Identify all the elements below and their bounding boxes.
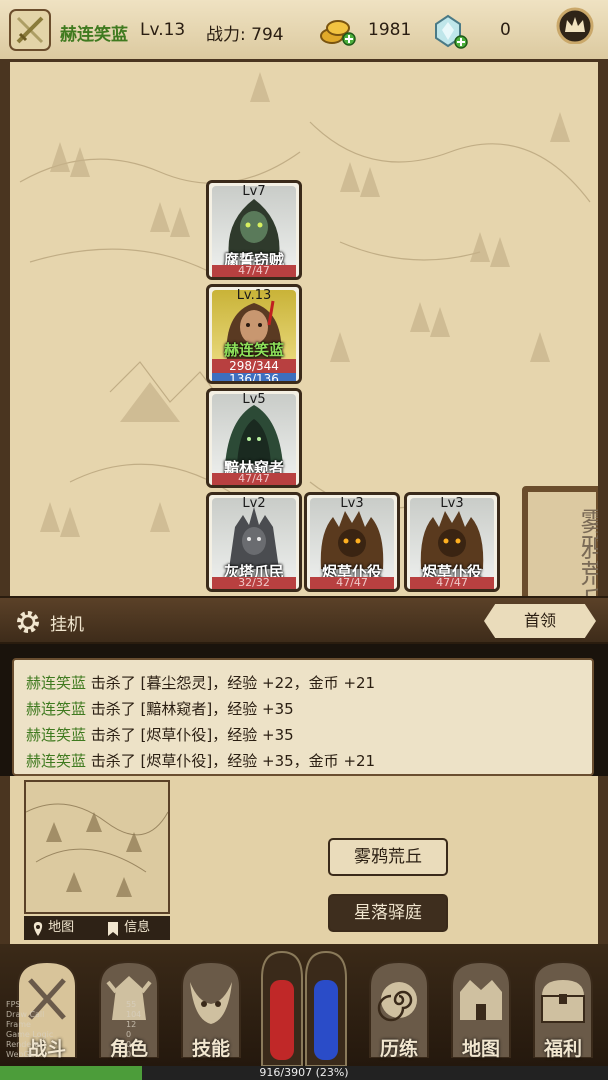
log-player: 赫连笑蓝 xyxy=(26,726,87,744)
enemy-portrait xyxy=(228,199,280,257)
card-hp: 298/344 xyxy=(212,359,296,373)
zone-name: 雾鸦荒丘 xyxy=(576,508,606,596)
xp-bar: 916/3907 (23%) xyxy=(0,1066,608,1080)
debug-value: 0 xyxy=(126,1050,132,1059)
enemy-portrait xyxy=(225,405,283,465)
xp-text: 916/3907 (23%) xyxy=(259,1066,349,1079)
card-hp: 47/47 xyxy=(212,473,296,485)
card-hp: 47/47 xyxy=(410,577,494,589)
log-text: 击杀了 [暮尘怨灵]，经验 +22，金币 +21 xyxy=(86,674,376,692)
nav-training[interactable]: 历练 xyxy=(364,958,434,1060)
player-power: 战力: 794 xyxy=(206,25,284,45)
enemy-portrait xyxy=(229,507,279,569)
gold-amount: 1981 xyxy=(368,20,412,40)
card-level: Lv3 xyxy=(340,496,364,511)
card-level: Lv.13 xyxy=(236,288,272,303)
debug-label: Game Logic xyxy=(6,1030,54,1039)
log-player: 赫连笑蓝 xyxy=(26,752,87,770)
nav-label: 福利 xyxy=(543,1038,582,1060)
nav-map[interactable]: 地图 xyxy=(446,958,516,1060)
bottom-nav: 战斗 角色 技能 历练 地图 福利 xyxy=(0,944,608,1066)
debug-label: Renderer xyxy=(6,1040,43,1049)
nav-label: 历练 xyxy=(379,1038,418,1060)
current-location-button[interactable]: 雾鸦荒丘 xyxy=(328,838,448,876)
card-hp: 47/47 xyxy=(310,577,394,589)
nav-label: 地图 xyxy=(461,1038,500,1060)
enemy-card[interactable]: Lv3 烬草仆役 47/47 xyxy=(304,492,400,592)
debug-stats-labels: FPS Draw Call Frame Game Logic Renderer … xyxy=(6,1000,53,1060)
next-location-button[interactable]: 星落驿庭 xyxy=(328,894,448,932)
log-player: 赫连笑蓝 xyxy=(26,700,87,718)
enemy-card[interactable]: Lv7 腐誓窃贼 47/47 xyxy=(206,180,302,280)
gear-icon[interactable] xyxy=(14,608,42,636)
card-level: Lv7 xyxy=(242,184,266,199)
enemy-card[interactable]: Lv5 黯林窥者 47/47 xyxy=(206,388,302,488)
sword-icon[interactable] xyxy=(8,8,52,52)
debug-label: FPS xyxy=(6,1000,21,1009)
debug-value: 12 xyxy=(126,1020,137,1029)
log-text: 击杀了 [黯林窥者]，经验 +35 xyxy=(86,700,294,718)
nav-label: 技能 xyxy=(191,1038,230,1060)
card-name: 赫连笑蓝 xyxy=(223,341,284,359)
card-hp: 32/32 xyxy=(212,577,296,589)
minimap-tabs: 地图 信息 xyxy=(24,916,170,940)
minimap[interactable] xyxy=(24,780,170,914)
boss-button[interactable]: 首领 xyxy=(484,604,596,638)
card-level: Lv5 xyxy=(242,392,266,407)
minimap-terrain xyxy=(25,803,169,897)
enemy-card[interactable]: Lv2 灰塔爪民 32/32 xyxy=(206,492,302,592)
debug-label: Draw Call xyxy=(6,1010,45,1019)
crown-icon[interactable] xyxy=(548,4,602,44)
log-row: 赫连笑蓝 击杀了 [黯林窥者]，经验 +35 xyxy=(26,696,592,722)
card-level: Lv3 xyxy=(440,496,464,511)
log-text: 击杀了 [烬草仆役]，经验 +35 xyxy=(86,726,294,744)
log-text: 击杀了 [烬草仆役]，经验 +35，金币 +21 xyxy=(86,752,376,770)
card-mp: 136/136 xyxy=(212,373,296,381)
debug-label: WebGL xyxy=(6,1050,35,1059)
minimap-map-label: 地图 xyxy=(48,920,75,935)
enemy-portrait xyxy=(320,511,384,569)
log-row: 赫连笑蓝 击杀了 [暮尘怨灵]，经验 +22，金币 +21 xyxy=(26,670,592,696)
gem-amount: 0 xyxy=(500,20,511,40)
debug-value: 0 xyxy=(126,1030,132,1039)
log-player: 赫连笑蓝 xyxy=(26,674,87,692)
debug-label: Frame xyxy=(6,1020,31,1029)
log-row: 赫连笑蓝 击杀了 [烬草仆役]，经验 +35，金币 +21 xyxy=(26,748,592,774)
player-level: Lv.13 xyxy=(140,20,186,40)
gold-coins-icon[interactable] xyxy=(318,14,356,48)
card-level: Lv2 xyxy=(242,496,266,511)
zone-name-sign: 雾鸦荒丘 xyxy=(522,486,598,596)
idle-bar: 挂机 首领 xyxy=(0,596,608,644)
player-name: 赫连笑蓝 xyxy=(60,25,128,45)
debug-value: 104 xyxy=(126,1010,142,1019)
lower-panel: 地图 信息 雾鸦荒丘 星落驿庭 xyxy=(0,776,608,944)
banner-icon xyxy=(106,921,120,936)
battle-log: 赫连笑蓝 击杀了 [暮尘怨灵]，经验 +22，金币 +21 赫连笑蓝 击杀了 [… xyxy=(12,658,594,776)
minimap-info-tab[interactable]: 信息 xyxy=(106,916,150,940)
enemy-card[interactable]: Lv3 烬草仆役 47/47 xyxy=(404,492,500,592)
idle-label: 挂机 xyxy=(50,615,84,635)
nav-skills[interactable]: 技能 xyxy=(176,958,246,1060)
card-hp: 47/47 xyxy=(212,265,296,277)
top-status-bar: 赫连笑蓝 Lv.13 战力: 794 1981 0 xyxy=(0,0,608,62)
enemy-portrait xyxy=(420,511,484,569)
minimap-info-label: 信息 xyxy=(124,920,151,935)
hp-mp-orbs xyxy=(261,950,347,1066)
hero-card[interactable]: Lv.13 赫连笑蓝 298/344 136/136 xyxy=(206,284,302,384)
log-row: 赫连笑蓝 击杀了 [烬草仆役]，经验 +35 xyxy=(26,722,592,748)
minimap-map-tab[interactable]: 地图 xyxy=(32,916,74,940)
debug-stats-values: 55 104 12 0 0 0 xyxy=(126,1000,141,1060)
world-map: Lv7 腐誓窃贼 47/47 Lv.13 赫连笑蓝 298/344 136/13… xyxy=(0,62,608,596)
gem-icon[interactable] xyxy=(432,14,468,50)
nav-rewards[interactable]: 福利 xyxy=(528,958,598,1060)
debug-value: 55 xyxy=(126,1000,137,1009)
debug-value: 0 xyxy=(126,1040,132,1049)
pin-icon xyxy=(32,921,44,936)
